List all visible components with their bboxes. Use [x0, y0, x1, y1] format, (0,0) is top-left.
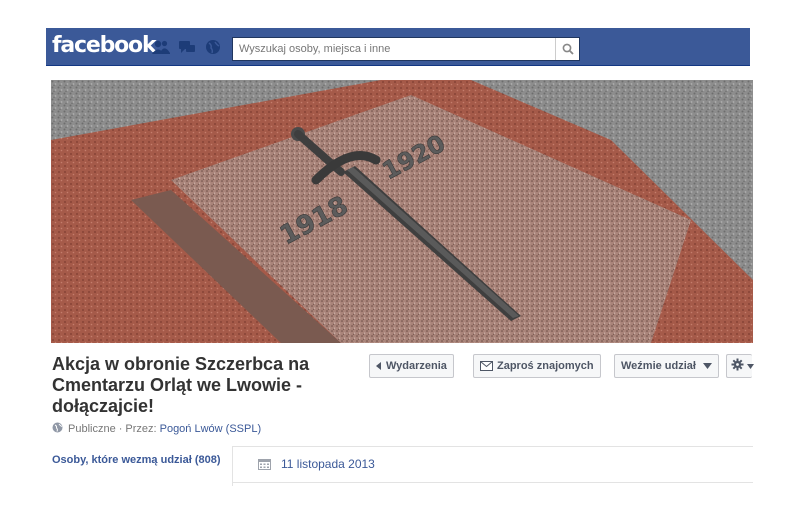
- by-label: · Przez:: [118, 423, 157, 435]
- privacy-label: Publiczne: [68, 423, 116, 435]
- going-count-link[interactable]: Osoby, które wezmą udział (808): [52, 453, 222, 467]
- divider: [232, 482, 753, 483]
- gear-icon: [731, 358, 744, 374]
- invite-label: Zaproś znajomych: [497, 360, 594, 372]
- events-button[interactable]: Wydarzenia: [369, 354, 454, 378]
- top-bar: facebook: [46, 28, 750, 66]
- search-input[interactable]: [233, 38, 555, 60]
- cover-photo[interactable]: 1918 1920: [51, 80, 753, 343]
- event-date[interactable]: 11 listopada 2013: [281, 457, 375, 471]
- globe-icon[interactable]: [204, 39, 222, 55]
- settings-button[interactable]: [726, 354, 754, 378]
- event-meta: Publiczne · Przez: Pogoń Lwów (SSPL): [52, 422, 261, 436]
- search-icon: [562, 43, 574, 55]
- friends-icon[interactable]: [152, 39, 170, 55]
- calendar-icon: [258, 458, 271, 470]
- organizer-link[interactable]: Pogoń Lwów (SSPL): [160, 423, 262, 435]
- events-label: Wydarzenia: [386, 360, 447, 372]
- search-button[interactable]: [555, 38, 579, 60]
- globe-icon: [52, 422, 63, 436]
- chevron-left-icon: [376, 362, 382, 370]
- divider: [232, 446, 753, 447]
- divider: [232, 446, 233, 486]
- event-title: Akcja w obronie Szczerbca na Cmentarzu O…: [52, 354, 310, 416]
- search-box: [232, 37, 580, 61]
- chevron-down-icon: [702, 363, 712, 369]
- join-button[interactable]: Weźmie udział: [614, 354, 719, 378]
- chevron-down-icon: [747, 363, 754, 369]
- event-date-row: 11 listopada 2013: [258, 457, 375, 471]
- invite-friends-button[interactable]: Zaproś znajomych: [473, 354, 601, 378]
- join-label: Weźmie udział: [621, 360, 696, 372]
- messages-icon[interactable]: [178, 39, 196, 55]
- facebook-logo[interactable]: facebook: [52, 33, 157, 58]
- envelope-icon: [480, 361, 493, 371]
